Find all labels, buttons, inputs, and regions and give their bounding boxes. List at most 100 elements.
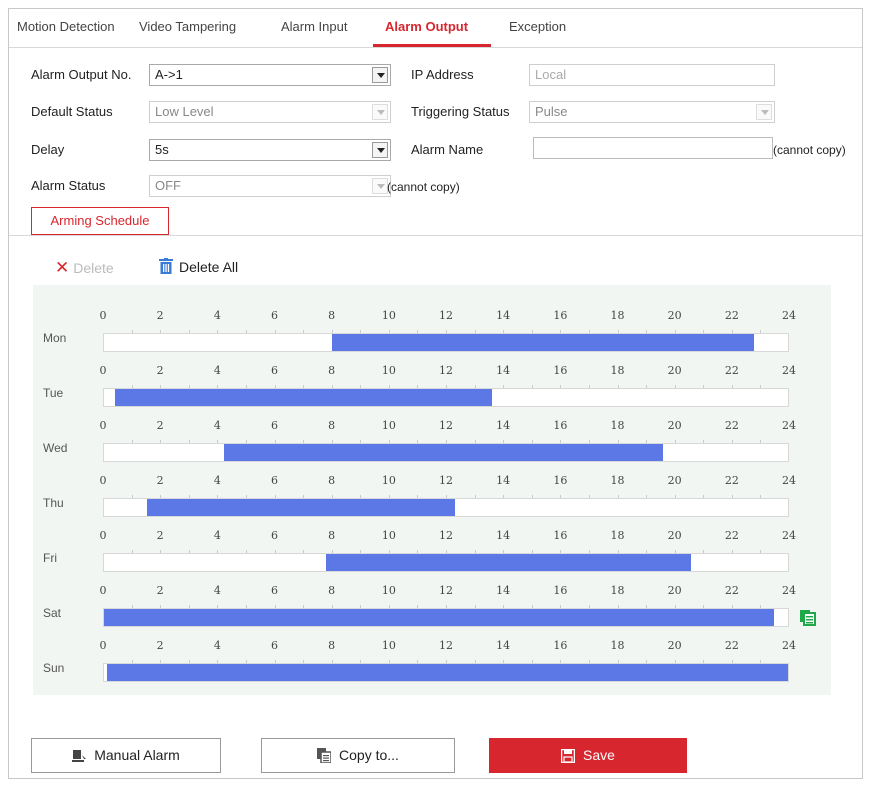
manual-alarm-button[interactable]: Manual Alarm — [31, 738, 221, 773]
floppy-disk-icon — [560, 748, 576, 764]
hour-tick-label: 18 — [610, 529, 625, 542]
alarm-output-no-select[interactable]: A->1 — [149, 64, 391, 86]
arming-schedule-tab[interactable]: Arming Schedule — [31, 207, 169, 235]
hour-tick-label: 18 — [610, 584, 625, 597]
chevron-down-icon — [372, 178, 388, 194]
day-label: Tue — [43, 386, 64, 400]
hour-tick-label: 22 — [724, 474, 739, 487]
hour-tick-label: 24 — [782, 419, 796, 432]
day-label: Fri — [43, 551, 57, 565]
hour-tick-label: 16 — [553, 584, 568, 597]
hour-tick-label: 0 — [99, 474, 107, 487]
hour-tick-label: 16 — [553, 529, 568, 542]
alarm-output-no-label: Alarm Output No. — [31, 67, 132, 82]
schedule-row-mon: Mon 0 2 4 6 8 10 12 14 16 18 20 22 24 — [33, 293, 831, 353]
save-button[interactable]: Save — [489, 738, 687, 773]
hour-tick-label: 4 — [213, 309, 221, 322]
hour-tick-label: 20 — [667, 584, 682, 597]
hour-tick-label: 12 — [439, 639, 453, 652]
tab-alarm-input[interactable]: Alarm Input — [281, 19, 347, 34]
alarm-output-panel: Motion Detection Video Tampering Alarm I… — [8, 8, 863, 779]
tab-motion-detection[interactable]: Motion Detection — [17, 19, 115, 34]
alarm-output-no-value: A->1 — [155, 67, 183, 82]
schedule-row-fri: Fri 0 2 4 6 8 10 12 14 16 18 20 22 24 — [33, 513, 831, 573]
hour-tick-label: 4 — [213, 474, 221, 487]
hour-tick-label: 10 — [381, 309, 396, 322]
hour-tick-label: 2 — [156, 529, 164, 542]
delay-select[interactable]: 5s — [149, 139, 391, 161]
hour-tick-label: 8 — [328, 474, 336, 487]
hour-tick-label: 2 — [156, 364, 164, 377]
day-label: Wed — [43, 441, 68, 455]
alarm-status-select: OFF — [149, 175, 391, 197]
hour-tick-label: 4 — [213, 639, 221, 652]
alarm-name-input[interactable] — [533, 137, 773, 159]
hour-tick-label: 20 — [667, 529, 682, 542]
hour-tick-label: 2 — [156, 309, 164, 322]
hour-tick-label: 24 — [782, 474, 796, 487]
hour-tick-label: 14 — [496, 529, 511, 542]
hour-tick-label: 8 — [328, 364, 336, 377]
delete-all-button[interactable]: Delete All — [159, 258, 238, 275]
hour-tick-label: 10 — [381, 364, 396, 377]
default-status-value: Low Level — [155, 104, 214, 119]
chevron-down-icon — [372, 67, 388, 83]
hour-tick-label: 2 — [156, 474, 164, 487]
hour-tick-label: 16 — [553, 474, 568, 487]
save-label: Save — [583, 747, 615, 763]
alarm-name-label: Alarm Name — [411, 142, 484, 157]
hour-tick-label: 18 — [610, 474, 625, 487]
schedule-grid: Mon 0 2 4 6 8 10 12 14 16 18 20 22 24 Tue 0 2 4 6 8 10 12 14 16… — [33, 285, 831, 695]
day-label: Sun — [43, 661, 65, 675]
copy-to-button[interactable]: Copy to... — [261, 738, 455, 773]
hour-tick-label: 18 — [610, 364, 625, 377]
alarm-status-value: OFF — [155, 178, 181, 193]
hour-tick-label: 6 — [271, 529, 278, 542]
tab-video-tampering[interactable]: Video Tampering — [139, 19, 236, 34]
default-status-label: Default Status — [31, 104, 113, 119]
schedule-row-thu: Thu 0 2 4 6 8 10 12 14 16 18 20 22 24 — [33, 458, 831, 518]
hour-tick-label: 10 — [381, 419, 396, 432]
triggering-status-label: Triggering Status — [411, 104, 510, 119]
tab-exception[interactable]: Exception — [509, 19, 566, 34]
hour-tick-label: 4 — [213, 419, 221, 432]
hour-tick-label: 6 — [271, 584, 278, 597]
hour-tick-label: 22 — [724, 309, 739, 322]
section-divider — [9, 235, 862, 236]
hour-tick-label: 16 — [553, 639, 568, 652]
hour-tick-label: 12 — [439, 309, 453, 322]
default-status-select: Low Level — [149, 101, 391, 123]
hour-tick-label: 16 — [553, 364, 568, 377]
hour-tick-label: 6 — [271, 474, 278, 487]
day-label: Thu — [43, 496, 64, 510]
hour-tick-label: 0 — [99, 364, 107, 377]
day-label: Sat — [43, 606, 62, 620]
hour-tick-label: 8 — [328, 639, 336, 652]
hour-tick-label: 24 — [782, 309, 796, 322]
hour-tick-label: 24 — [782, 529, 796, 542]
chevron-down-icon — [372, 104, 388, 120]
hour-tick-label: 8 — [328, 309, 336, 322]
day-timeline-track[interactable] — [103, 663, 789, 682]
tab-alarm-output[interactable]: Alarm Output — [385, 19, 468, 34]
hour-tick-label: 20 — [667, 639, 682, 652]
hour-tick-label: 10 — [381, 584, 396, 597]
hour-tick-label: 20 — [667, 419, 682, 432]
hour-tick-label: 12 — [439, 584, 453, 597]
ip-address-field: Local — [529, 64, 775, 86]
hour-tick-label: 6 — [271, 639, 278, 652]
chevron-down-icon — [756, 104, 772, 120]
schedule-row-tue: Tue 0 2 4 6 8 10 12 14 16 18 20 22 24 — [33, 348, 831, 408]
schedule-row-wed: Wed 0 2 4 6 8 10 12 14 16 18 20 22 24 — [33, 403, 831, 463]
armed-time-segment[interactable] — [106, 664, 788, 681]
schedule-row-sun: Sun 0 2 4 6 8 10 12 14 16 18 20 22 24 — [33, 623, 831, 683]
hour-tick-label: 22 — [724, 364, 739, 377]
close-icon: ✕ — [55, 258, 70, 277]
hour-tick-label: 16 — [553, 419, 568, 432]
tab-bar: Motion Detection Video Tampering Alarm I… — [9, 9, 862, 48]
hour-tick-label: 22 — [724, 529, 739, 542]
hour-tick-label: 20 — [667, 474, 682, 487]
delete-button[interactable]: ✕ Delete — [55, 258, 114, 278]
alarm-status-label: Alarm Status — [31, 178, 106, 193]
hour-tick-label: 6 — [271, 419, 278, 432]
